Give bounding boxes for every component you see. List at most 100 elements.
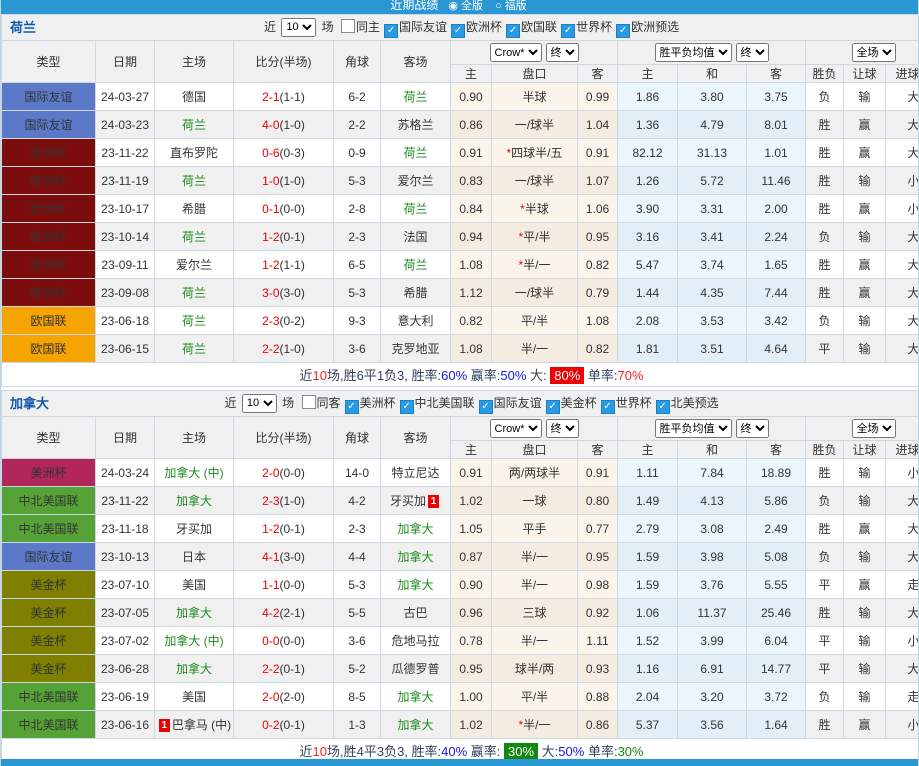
type-col-header: 类型 <box>1 416 96 459</box>
goals-result-cell: 大 <box>884 138 918 167</box>
avg-draw-cell: 11.37 <box>677 598 747 627</box>
home-team-cell: 1 巴拿马 (中) <box>154 710 234 739</box>
league-filter-checkbox[interactable]: ✓ <box>616 23 631 38</box>
away-team-cell: 荷兰 <box>380 82 451 111</box>
score-cell: 1-2(0-1) <box>233 514 334 543</box>
recent-count-select[interactable]: 10 <box>281 17 317 37</box>
avg-lose-cell: 14.77 <box>746 654 806 683</box>
league-filter-checkbox[interactable]: ✓ <box>600 399 615 414</box>
team-name: 美国 <box>181 578 206 592</box>
handicap-result-cell: 输 <box>843 598 886 627</box>
avg-stage-select[interactable]: 终 <box>735 43 769 62</box>
league-filter-checkbox[interactable]: ✓ <box>478 399 493 414</box>
date-cell: 24-03-23 <box>95 110 155 139</box>
away-team-name: 意大利 <box>397 314 433 328</box>
league-filter-checkbox[interactable]: ✓ <box>545 399 560 414</box>
avg-odds-select[interactable]: 胜平负均值 <box>654 43 732 62</box>
date-cell: 23-06-19 <box>95 682 155 711</box>
handicap-result-cell: 赢 <box>843 138 886 167</box>
team-name: 爱尔兰 <box>175 258 212 272</box>
odds-away-cell: 0.88 <box>577 682 618 711</box>
odds-company-select[interactable]: Crow* <box>489 419 542 438</box>
odds-home-cell: 1.02 <box>450 486 492 515</box>
avg-stage-select[interactable]: 终 <box>735 419 769 438</box>
halftime-score: (0-0) <box>279 201 305 216</box>
date-cell: 23-07-10 <box>95 570 155 599</box>
match-row: 欧洲杯 23-10-17 希腊 0-1(0-0) 2-8 荷兰 0.84 *半球 1.06 3.9… <box>1 194 918 223</box>
team-name: 克罗地亚 <box>391 342 440 356</box>
same-venue-checkbox[interactable] <box>301 394 316 409</box>
goals-result-cell: 小 <box>884 710 918 739</box>
league-filter-checkbox[interactable]: ✓ <box>344 399 359 414</box>
simple-version-radio[interactable]: ○ 福版 <box>495 0 527 13</box>
handicap-line: 半/一 <box>520 634 549 648</box>
league-filter-checkbox[interactable]: ✓ <box>561 23 576 38</box>
avg-win-cell: 1.59 <box>617 570 678 599</box>
home-team-name: 日本 <box>182 550 206 564</box>
goals-result-cell: 走 <box>884 682 918 711</box>
handicap-line: 三球 <box>522 606 547 620</box>
score-cell: 2-2(0-1) <box>233 654 334 683</box>
handicap-cell: *半/一 <box>491 250 578 279</box>
halftime-score: (0-2) <box>279 313 305 328</box>
team-name: 危地马拉 <box>391 634 440 648</box>
result-sub-header: 进球数 <box>884 64 918 83</box>
odds-company-select[interactable]: Crow* <box>489 43 542 62</box>
league-filter-checkbox[interactable]: ✓ <box>399 399 414 414</box>
away-team-name: 加拿大 <box>397 690 433 704</box>
odds-home-cell: 0.95 <box>450 654 492 683</box>
avg-win-cell: 1.16 <box>617 654 678 683</box>
league-filter-checkbox[interactable]: ✓ <box>506 23 521 38</box>
goals-result-cell: 大 <box>884 222 918 251</box>
match-row: 中北美国联 23-11-22 加拿大 2-3(1-0) 4-2 牙买加 1 1.02 一球 0.8… <box>1 486 918 515</box>
goals-result-cell: 大 <box>884 250 918 279</box>
home-team-name: 荷兰 <box>182 174 206 188</box>
section-header-cell: 荷兰 近 10 场 同主 ✓ 国际友谊 ✓ 欧洲杯 ✓ 欧国联 ✓ 世界杯 ✓ 欧洲预选 <box>1 14 918 41</box>
same-venue-checkbox[interactable] <box>341 18 355 33</box>
home-team-cell: 荷兰 <box>154 278 234 307</box>
match-scope-select[interactable]: 全场 <box>851 419 896 438</box>
avg-draw-cell: 3.20 <box>677 682 747 711</box>
odds-home-cell: 0.94 <box>450 222 492 251</box>
away-team-cell: 加拿大 <box>380 570 451 599</box>
home-team-cell: 加拿大 <box>154 486 234 515</box>
avg-odds-group-header: 胜平负均值终 <box>617 40 806 65</box>
home-team-name: 美国 <box>182 578 206 592</box>
odds-home-cell: 1.08 <box>450 250 492 279</box>
handicap-cell: 平/半 <box>491 682 578 711</box>
league-filter-label: 世界杯 <box>576 19 613 34</box>
avg-win-cell: 1.44 <box>617 278 678 307</box>
result-sub-header: 进球数 <box>884 440 918 459</box>
home-team-cell: 日本 <box>154 542 234 571</box>
crow-sub-header: 客 <box>577 440 618 459</box>
full-version-radio[interactable]: ◉ 全版 <box>448 0 483 13</box>
match-scope-select[interactable]: 全场 <box>851 43 896 62</box>
away-team-name: 瓜德罗普 <box>391 662 439 676</box>
avg-win-cell: 1.49 <box>617 486 678 515</box>
recent-count-select[interactable]: 10 <box>241 393 277 413</box>
home-team-cell: 直布罗陀 <box>154 138 234 167</box>
type-cell: 欧洲杯 <box>1 278 96 307</box>
avg-lose-cell: 3.72 <box>746 682 806 711</box>
avg-odds-select[interactable]: 胜平负均值 <box>654 419 732 438</box>
score-cell: 2-0(2-0) <box>233 682 334 711</box>
team-name: 加拿大 (中) <box>164 466 224 480</box>
odds-stage-select[interactable]: 终 <box>545 419 579 438</box>
avg-draw-cell: 3.51 <box>677 334 747 363</box>
fulltime-score: 0-1 <box>262 201 280 216</box>
result-group-header: 全场 <box>804 40 918 65</box>
avg-lose-cell: 4.64 <box>746 334 806 363</box>
handicap-cell: *半/一 <box>491 710 578 739</box>
home-team-name: 荷兰 <box>182 342 206 356</box>
result-cell: 胜 <box>805 278 844 307</box>
odds-stage-select[interactable]: 终 <box>545 43 579 62</box>
home-team-name: 荷兰 <box>182 118 206 132</box>
avg-lose-cell: 5.08 <box>746 542 806 571</box>
league-filter-checkbox[interactable]: ✓ <box>451 23 466 38</box>
league-filter-checkbox[interactable]: ✓ <box>384 23 399 38</box>
summary-segment: 60% <box>441 368 468 383</box>
home-team-cell: 荷兰 <box>154 334 234 363</box>
odds-away-cell: 0.92 <box>577 598 618 627</box>
league-filter-checkbox[interactable]: ✓ <box>655 399 670 414</box>
avg-win-cell: 1.11 <box>617 458 678 487</box>
